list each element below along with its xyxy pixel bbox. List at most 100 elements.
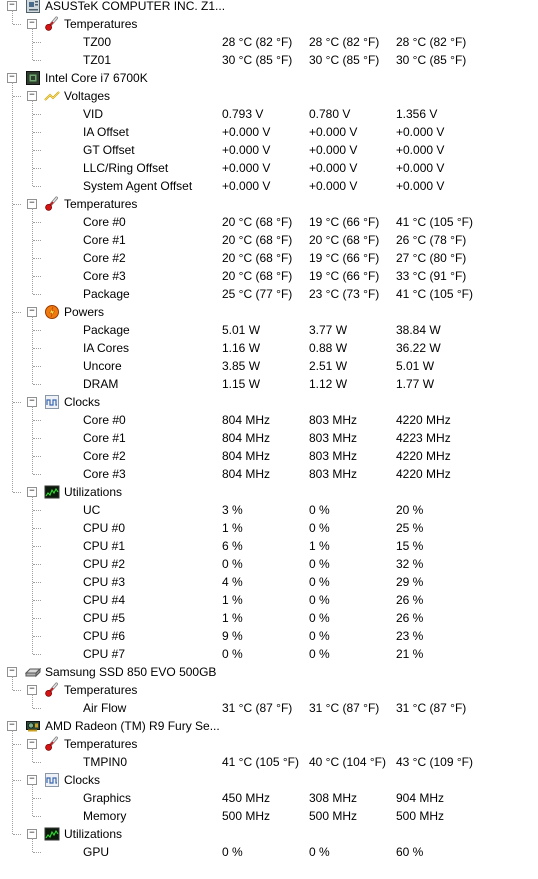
sensor-row[interactable]: GPU 0 % 0 % 60 % [0, 843, 538, 861]
device-name: ASUSTeK COMPUTER INC. Z1... [45, 0, 226, 13]
sensor-group-node[interactable]: − Powers [0, 303, 538, 321]
sensor-label: IA Cores [83, 341, 130, 355]
sensor-group-name: Utilizations [64, 485, 123, 499]
sensor-row[interactable]: UC 3 % 0 % 20 % [0, 501, 538, 519]
sensor-group-node[interactable]: − Temperatures [0, 15, 538, 33]
max-value: 1.356 V [396, 107, 438, 121]
sensor-row[interactable]: VID 0.793 V 0.780 V 1.356 V [0, 105, 538, 123]
sensor-row[interactable]: CPU #7 0 % 0 % 21 % [0, 645, 538, 663]
sensor-row[interactable]: TZ00 28 °C (82 °F) 28 °C (82 °F) 28 °C (82 … [0, 33, 538, 51]
sensor-group-node[interactable]: − Utilizations [0, 825, 538, 843]
current-value: 1.16 W [222, 341, 261, 355]
sensor-group-name: Temperatures [64, 17, 138, 31]
sensor-row[interactable]: Core #0 20 °C (68 °F) 19 °C (66 °F) 41 °C (… [0, 213, 538, 231]
tree-connector [33, 708, 41, 709]
sensor-label: LLC/Ring Offset [83, 161, 169, 175]
current-value: 5.01 W [222, 323, 261, 337]
sensor-label: CPU #1 [83, 539, 126, 553]
max-value: 26 °C (78 °F) [396, 233, 467, 247]
min-value: 803 MHz [309, 449, 358, 463]
current-value: +0.000 V [222, 161, 271, 175]
sensor-group-name: Powers [64, 305, 105, 319]
sensor-row[interactable]: System Agent Offset +0.000 V +0.000 V +0.00… [0, 177, 538, 195]
sensor-row[interactable]: TMPIN0 41 °C (105 °F) 40 °C (104 °F) 43 °C … [0, 753, 538, 771]
sensor-row[interactable]: Core #3 804 MHz 803 MHz 4220 MHz [0, 465, 538, 483]
min-value: 0 % [309, 647, 330, 661]
current-value: 31 °C (87 °F) [222, 701, 293, 715]
tree-connector [33, 384, 41, 385]
max-value: 15 % [396, 539, 424, 553]
max-value: +0.000 V [396, 125, 445, 139]
sensor-row[interactable]: Core #2 804 MHz 803 MHz 4220 MHz [0, 447, 538, 465]
device-node[interactable]: − AMD Radeon (TM) R9 Fury Se... [0, 717, 538, 735]
max-value: 20 % [396, 503, 424, 517]
sensor-row[interactable]: GT Offset +0.000 V +0.000 V +0.000 V [0, 141, 538, 159]
sensor-row[interactable]: Core #1 20 °C (68 °F) 20 °C (68 °F) 26 °C (… [0, 231, 538, 249]
tree-connector [33, 258, 41, 259]
sensor-group-node[interactable]: − Voltages [0, 87, 538, 105]
max-value: +0.000 V [396, 161, 445, 175]
sensor-row[interactable]: DRAM 1.15 W 1.12 W 1.77 W [0, 375, 538, 393]
sensor-row[interactable]: Memory 500 MHz 500 MHz 500 MHz [0, 807, 538, 825]
max-value: 500 MHz [396, 809, 445, 823]
sensor-group-node[interactable]: − Temperatures [0, 195, 538, 213]
sensor-row[interactable]: Air Flow 31 °C (87 °F) 31 °C (87 °F) 31 °C … [0, 699, 538, 717]
tree-connector [13, 690, 21, 691]
sensor-label: IA Offset [83, 125, 129, 139]
max-value: 41 °C (105 °F) [396, 287, 473, 301]
current-value: 30 °C (85 °F) [222, 53, 293, 67]
sensor-group-node[interactable]: − Temperatures [0, 681, 538, 699]
sensor-row[interactable]: Core #3 20 °C (68 °F) 19 °C (66 °F) 33 °C (… [0, 267, 538, 285]
device-node[interactable]: − Intel Core i7 6700K [0, 69, 538, 87]
sensor-row[interactable]: LLC/Ring Offset +0.000 V +0.000 V +0.000 V [0, 159, 538, 177]
max-value: 31 °C (87 °F) [396, 701, 467, 715]
sensor-row[interactable]: CPU #0 1 % 0 % 25 % [0, 519, 538, 537]
current-value: 804 MHz [222, 449, 271, 463]
max-value: +0.000 V [396, 143, 445, 157]
sensor-row[interactable]: IA Cores 1.16 W 0.88 W 36.22 W [0, 339, 538, 357]
sensor-label: Uncore [83, 359, 122, 373]
sensor-row[interactable]: Core #1 804 MHz 803 MHz 4223 MHz [0, 429, 538, 447]
max-value: 27 °C (80 °F) [396, 251, 467, 265]
sensor-row[interactable]: Package 5.01 W 3.77 W 38.84 W [0, 321, 538, 339]
tree-connector [13, 492, 21, 493]
min-value: 308 MHz [309, 791, 358, 805]
min-value: 1.12 W [309, 377, 348, 391]
sensor-row[interactable]: CPU #1 6 % 1 % 15 % [0, 537, 538, 555]
sensor-label: VID [83, 107, 104, 121]
min-value: 0 % [309, 629, 330, 643]
sensor-group-node[interactable]: − Clocks [0, 393, 538, 411]
sensor-row[interactable]: Package 25 °C (77 °F) 23 °C (73 °F) 41 °C (… [0, 285, 538, 303]
tree-connector [33, 240, 41, 241]
device-node[interactable]: − Samsung SSD 850 EVO 500GB [0, 663, 538, 681]
tree-connector [33, 564, 41, 565]
tree-connector [33, 60, 41, 61]
sensor-row[interactable]: CPU #4 1 % 0 % 26 % [0, 591, 538, 609]
min-value: 0.780 V [309, 107, 351, 121]
sensor-row[interactable]: CPU #5 1 % 0 % 26 % [0, 609, 538, 627]
sensor-group-node[interactable]: − Clocks [0, 771, 538, 789]
sensor-label: Core #3 [83, 467, 126, 481]
sensor-row[interactable]: Core #0 804 MHz 803 MHz 4220 MHz [0, 411, 538, 429]
tree-connector [33, 798, 41, 799]
tree-connector [33, 816, 41, 817]
sensor-row[interactable]: TZ01 30 °C (85 °F) 30 °C (85 °F) 30 °C (85 … [0, 51, 538, 69]
sensor-row[interactable]: Uncore 3.85 W 2.51 W 5.01 W [0, 357, 538, 375]
tree-connector [12, 730, 13, 834]
sensor-row[interactable]: Graphics 450 MHz 308 MHz 904 MHz [0, 789, 538, 807]
sensor-label: Core #1 [83, 431, 126, 445]
current-value: 4 % [222, 575, 243, 589]
cpu-chip-icon [25, 70, 41, 86]
current-value: 9 % [222, 629, 243, 643]
sensor-row[interactable]: CPU #2 0 % 0 % 32 % [0, 555, 538, 573]
sensor-group-node[interactable]: − Temperatures [0, 735, 538, 753]
sensor-row[interactable]: CPU #3 4 % 0 % 29 % [0, 573, 538, 591]
sensor-row[interactable]: CPU #6 9 % 0 % 23 % [0, 627, 538, 645]
sensor-row[interactable]: Core #2 20 °C (68 °F) 19 °C (66 °F) 27 °C (… [0, 249, 538, 267]
device-node[interactable]: − ASUSTeK COMPUTER INC. Z1... [0, 0, 538, 15]
sensor-group-node[interactable]: − Utilizations [0, 483, 538, 501]
tree-connector [33, 186, 41, 187]
max-value: 41 °C (105 °F) [396, 215, 473, 229]
tree-connector [33, 438, 41, 439]
sensor-row[interactable]: IA Offset +0.000 V +0.000 V +0.000 V [0, 123, 538, 141]
